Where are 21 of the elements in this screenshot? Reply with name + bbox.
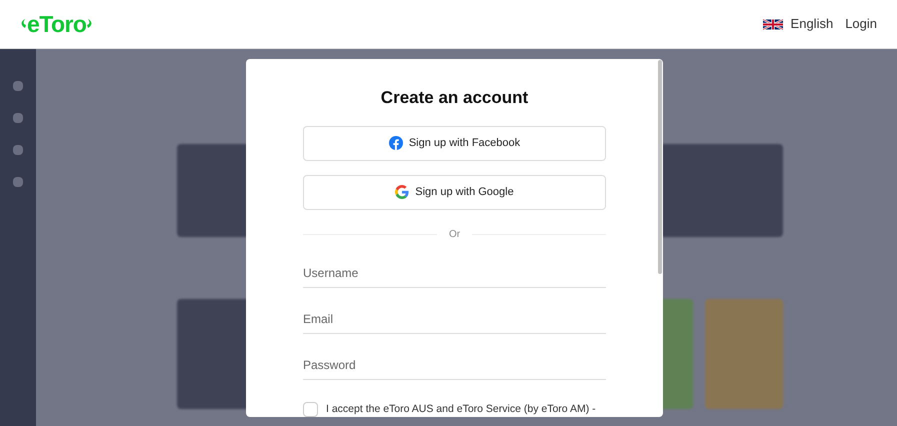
dialog-title: Create an account xyxy=(380,87,528,109)
terms-checkbox[interactable] xyxy=(303,402,318,417)
google-signup-button[interactable]: Sign up with Google xyxy=(303,174,606,210)
sidebar-icon[interactable] xyxy=(13,177,23,187)
text-field[interactable]: Username xyxy=(303,260,606,288)
language-button[interactable]: English xyxy=(790,14,834,34)
sidebar-icon[interactable] xyxy=(13,113,23,123)
terms-text: I accept the eToro AUS and eToro Service (by eToro AM) - xyxy=(326,402,596,416)
login-link[interactable]: Login xyxy=(845,14,877,34)
facebook-icon xyxy=(388,136,403,150)
scrollbar-thumb[interactable] xyxy=(658,60,662,274)
sidebar-icon[interactable] xyxy=(13,81,23,91)
horn-icon xyxy=(87,19,94,29)
text-field[interactable]: Password xyxy=(303,352,606,380)
sidebar-icon[interactable] xyxy=(13,145,23,155)
facebook-signup-button[interactable]: Sign up with Facebook xyxy=(303,126,606,160)
google-icon xyxy=(395,185,410,199)
text-field[interactable]: Email xyxy=(303,306,606,334)
horn-icon xyxy=(20,19,26,29)
uk-flag-icon xyxy=(762,18,783,30)
or-divider-label: Or xyxy=(448,228,460,242)
